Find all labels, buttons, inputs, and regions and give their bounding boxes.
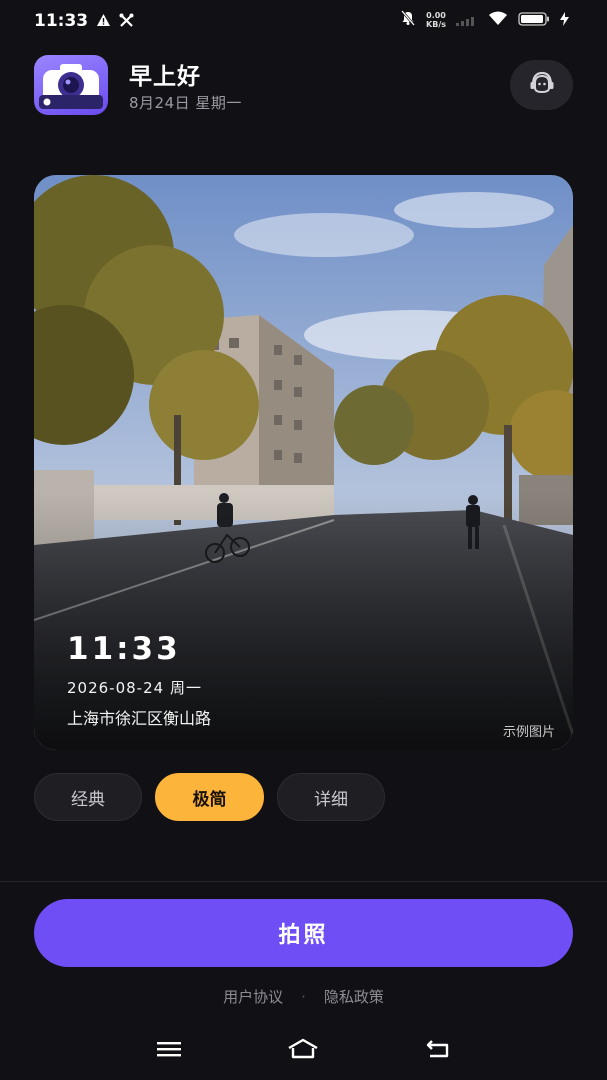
watermark-location: 上海市徐汇区衡山路 <box>67 709 212 728</box>
battery-icon <box>518 11 550 30</box>
privacy-policy-link[interactable]: 隐私政策 <box>324 986 384 1007</box>
style-minimal-chip[interactable]: 极简 <box>155 773 264 821</box>
status-time: 11:33 <box>34 11 89 31</box>
tools-icon <box>119 12 134 31</box>
net-speed: 0.00 KB/s <box>426 11 446 29</box>
net-speed-unit: KB/s <box>426 20 446 29</box>
headset-icon <box>527 70 557 100</box>
signal-icon <box>456 11 478 30</box>
header-date: 8月24日 星期一 <box>129 94 242 112</box>
watermark-style-selector: 经典 极简 详细 <box>34 773 385 821</box>
style-classic-chip[interactable]: 经典 <box>34 773 142 821</box>
customer-service-button[interactable] <box>510 60 573 110</box>
screen: 11:33 0.00 KB/s 早上好 8月24日 星期一 11:33 2026… <box>0 0 607 1080</box>
warning-icon <box>96 12 111 31</box>
style-detailed-chip[interactable]: 详细 <box>277 773 385 821</box>
status-right-icons: 0.00 KB/s <box>400 10 569 30</box>
status-bar: 11:33 0.00 KB/s <box>0 0 607 44</box>
charging-icon <box>560 11 569 30</box>
menu-button[interactable] <box>149 1036 189 1066</box>
net-speed-value: 0.00 <box>426 11 446 20</box>
app-logo <box>34 55 108 115</box>
menu-icon <box>156 1040 182 1062</box>
back-button[interactable] <box>418 1036 458 1066</box>
sample-image-label: 示例图片 <box>502 725 555 740</box>
sample-preview: 11:33 2026-08-24 周一 上海市徐汇区衡山路 示例图片 <box>34 175 573 750</box>
legal-links: 用户协议 · 隐私政策 <box>0 986 607 1007</box>
status-left-icons <box>96 12 134 31</box>
user-agreement-link[interactable]: 用户协议 <box>223 986 283 1007</box>
watermark-date: 2026-08-24 周一 <box>67 679 202 697</box>
home-button[interactable] <box>283 1036 323 1066</box>
mute-icon <box>400 10 416 30</box>
home-icon <box>286 1038 320 1064</box>
greeting: 早上好 <box>129 64 201 90</box>
back-icon <box>424 1038 452 1064</box>
watermark-time: 11:33 <box>67 631 181 667</box>
wifi-icon <box>488 11 508 30</box>
divider <box>0 881 607 882</box>
links-separator: · <box>301 988 306 1006</box>
capture-button[interactable]: 拍照 <box>34 899 573 967</box>
system-nav-bar <box>0 1030 607 1074</box>
